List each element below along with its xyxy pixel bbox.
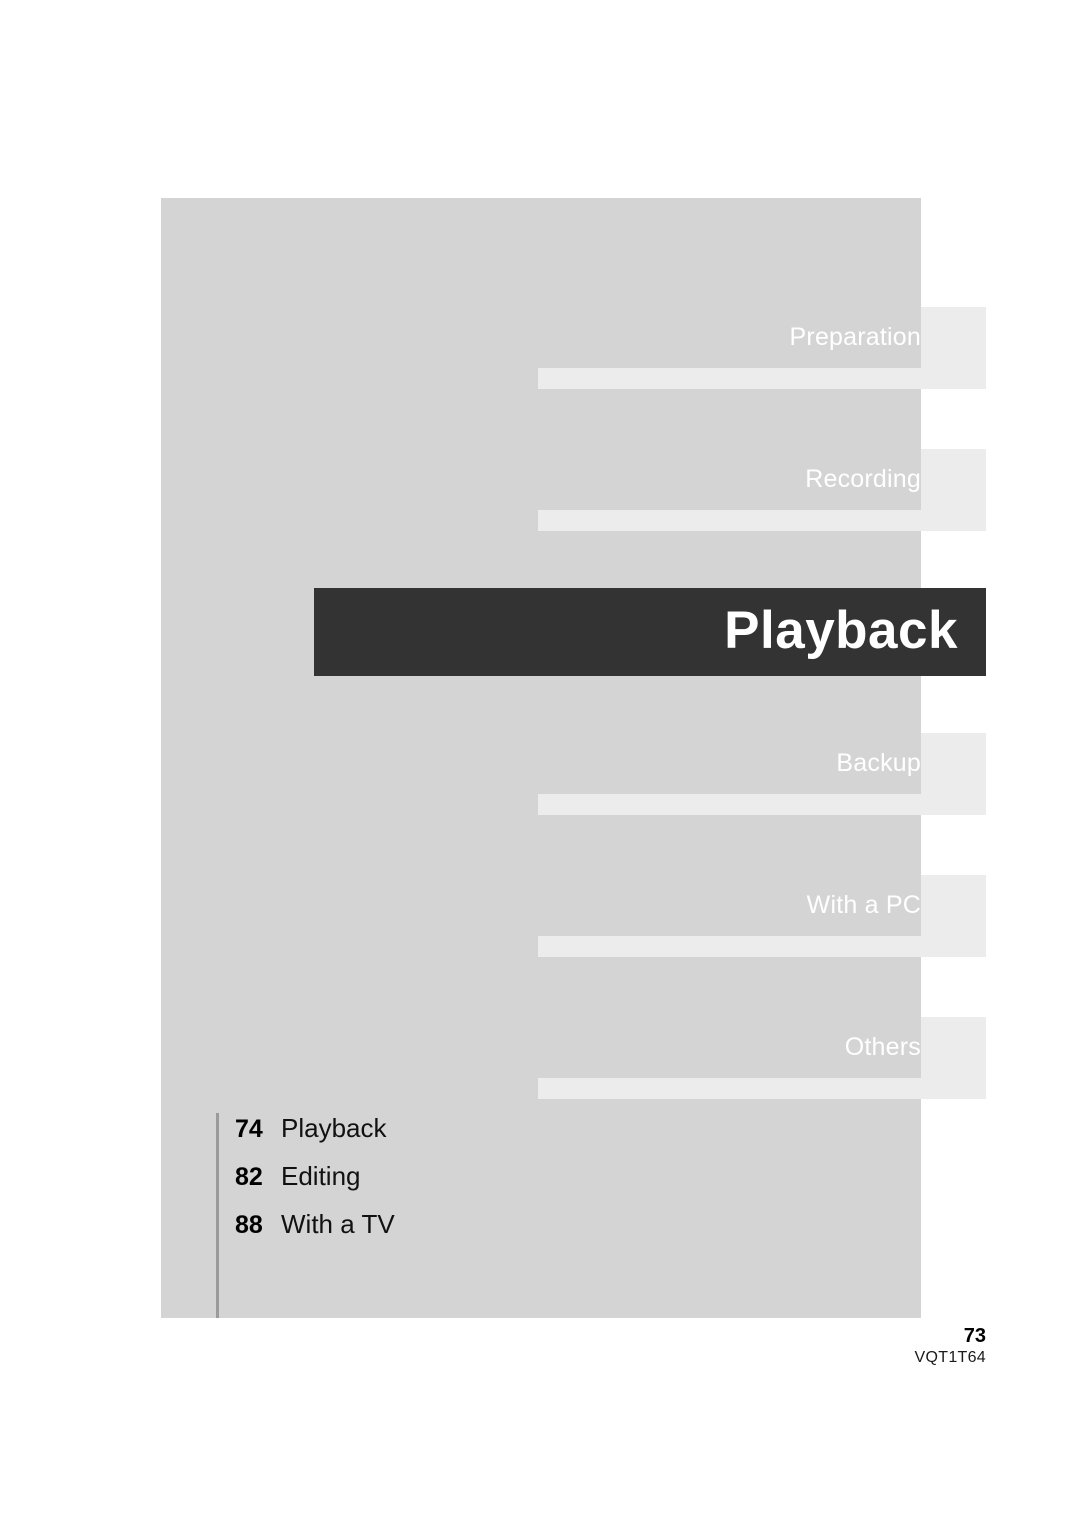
- contents-entry-title: Editing: [281, 1161, 361, 1191]
- section-tab-label: With a PC: [806, 891, 921, 919]
- page-footer: 73 VQT1T64: [700, 1324, 986, 1368]
- section-tab-recording[interactable]: Recording: [161, 449, 986, 531]
- contents-entry-title: With a TV: [281, 1209, 395, 1239]
- section-tab-preparation[interactable]: Preparation: [161, 307, 986, 389]
- tab-band: [538, 936, 986, 957]
- contents-entry-title: Playback: [281, 1113, 387, 1143]
- contents-list: 74 Playback 82 Editing 88 With a TV: [235, 1113, 395, 1257]
- page-title: Playback: [724, 601, 958, 660]
- tab-band: [538, 794, 986, 815]
- contents-entry-page: 82: [235, 1163, 263, 1191]
- page-number: 73: [963, 1325, 986, 1347]
- contents-entry-page: 88: [235, 1211, 263, 1239]
- section-tab-label: Backup: [836, 749, 921, 777]
- section-contents: 74 Playback 82 Editing 88 With a TV: [216, 1113, 776, 1318]
- tab-band: [538, 368, 986, 389]
- section-tab-playback-active[interactable]: Playback: [314, 588, 986, 676]
- section-tab-label: Preparation: [789, 323, 921, 351]
- tab-band: [538, 1078, 986, 1099]
- section-tab-label: Recording: [805, 465, 921, 493]
- list-item[interactable]: 74 Playback: [235, 1113, 395, 1161]
- section-tab-others[interactable]: Others: [161, 1017, 986, 1099]
- section-tab-label: Others: [844, 1033, 921, 1061]
- page-sheet: Preparation Recording Playback Backup Wi…: [0, 0, 1080, 1526]
- tab-band: [538, 510, 986, 531]
- section-tab-backup[interactable]: Backup: [161, 733, 986, 815]
- section-tab-with-a-pc[interactable]: With a PC: [161, 875, 986, 957]
- contents-entry-page: 74: [235, 1115, 263, 1143]
- document-code: VQT1T64: [914, 1349, 986, 1366]
- list-item[interactable]: 88 With a TV: [235, 1209, 395, 1257]
- list-item[interactable]: 82 Editing: [235, 1161, 395, 1209]
